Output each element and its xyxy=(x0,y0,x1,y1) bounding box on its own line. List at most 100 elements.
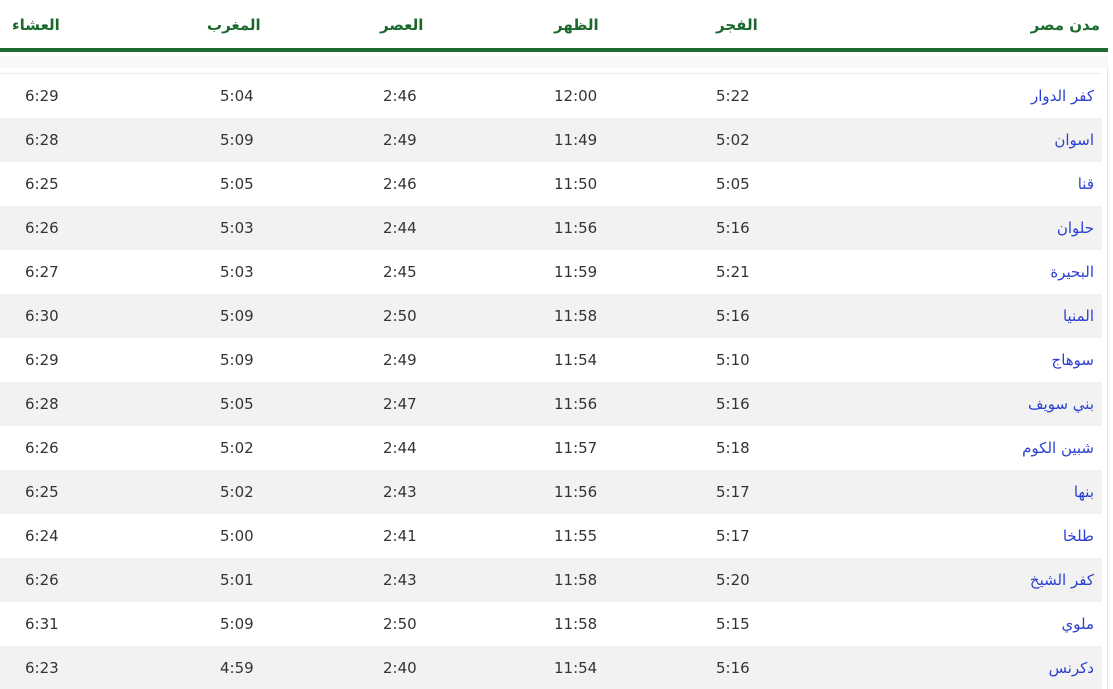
isha-time: 6:26 xyxy=(25,439,59,457)
maghrib-time: 5:09 xyxy=(220,351,254,369)
isha-time: 6:25 xyxy=(25,175,59,193)
isha-time: 6:24 xyxy=(25,527,59,545)
table-row: حلوان 5:16 11:56 2:44 5:03 6:26 xyxy=(0,206,1102,250)
table-row: طلخا 5:17 11:55 2:41 5:00 6:24 xyxy=(0,514,1102,558)
maghrib-time: 5:05 xyxy=(220,395,254,413)
dhuhr-time: 11:50 xyxy=(554,175,598,193)
asr-time: 2:44 xyxy=(383,439,417,457)
header-spacer xyxy=(0,56,1108,68)
table-row: المنيا 5:16 11:58 2:50 5:09 6:30 xyxy=(0,294,1102,338)
asr-time: 2:43 xyxy=(383,571,417,589)
asr-time: 2:43 xyxy=(383,483,417,501)
asr-time: 2:46 xyxy=(383,175,417,193)
maghrib-time: 5:03 xyxy=(220,219,254,237)
header-maghrib: المغرب xyxy=(207,16,261,34)
maghrib-time: 5:09 xyxy=(220,131,254,149)
table-row: البحيرة 5:21 11:59 2:45 5:03 6:27 xyxy=(0,250,1102,294)
fajr-time: 5:16 xyxy=(716,395,750,413)
isha-time: 6:27 xyxy=(25,263,59,281)
maghrib-time: 5:04 xyxy=(220,87,254,105)
header-city: مدن مصر xyxy=(1030,16,1100,34)
isha-time: 6:30 xyxy=(25,307,59,325)
city-link[interactable]: قنا xyxy=(1078,175,1094,193)
table-row: بنها 5:17 11:56 2:43 5:02 6:25 xyxy=(0,470,1102,514)
isha-time: 6:26 xyxy=(25,219,59,237)
asr-time: 2:49 xyxy=(383,351,417,369)
dhuhr-time: 11:56 xyxy=(554,395,598,413)
table-row: شبين الكوم 5:18 11:57 2:44 5:02 6:26 xyxy=(0,426,1102,470)
maghrib-time: 5:02 xyxy=(220,439,254,457)
fajr-time: 5:02 xyxy=(716,131,750,149)
city-link[interactable]: اسوان xyxy=(1054,131,1094,149)
asr-time: 2:50 xyxy=(383,615,417,633)
dhuhr-time: 12:00 xyxy=(554,87,598,105)
city-link[interactable]: ملوي xyxy=(1062,615,1095,633)
table-row: كفر الشيخ 5:20 11:58 2:43 5:01 6:26 xyxy=(0,558,1102,602)
asr-time: 2:40 xyxy=(383,659,417,677)
isha-time: 6:28 xyxy=(25,395,59,413)
asr-time: 2:47 xyxy=(383,395,417,413)
table-row: سوهاج 5:10 11:54 2:49 5:09 6:29 xyxy=(0,338,1102,382)
fajr-time: 5:16 xyxy=(716,659,750,677)
header-isha: العشاء xyxy=(12,16,60,34)
dhuhr-time: 11:56 xyxy=(554,219,598,237)
dhuhr-time: 11:55 xyxy=(554,527,598,545)
fajr-time: 5:16 xyxy=(716,219,750,237)
maghrib-time: 5:02 xyxy=(220,483,254,501)
header-fajr: الفجر xyxy=(716,16,758,34)
maghrib-time: 5:09 xyxy=(220,615,254,633)
dhuhr-time: 11:54 xyxy=(554,351,598,369)
city-link[interactable]: البحيرة xyxy=(1050,263,1094,281)
fajr-time: 5:05 xyxy=(716,175,750,193)
city-link[interactable]: سوهاج xyxy=(1052,351,1094,369)
table-row: بني سويف 5:16 11:56 2:47 5:05 6:28 xyxy=(0,382,1102,426)
isha-time: 6:26 xyxy=(25,571,59,589)
maghrib-time: 5:03 xyxy=(220,263,254,281)
dhuhr-time: 11:58 xyxy=(554,307,598,325)
header-asr: العصر xyxy=(380,16,424,34)
city-link[interactable]: بنها xyxy=(1074,483,1094,501)
table-body: كفر الدوار 5:22 12:00 2:46 5:04 6:29 اسو… xyxy=(0,73,1102,689)
fajr-time: 5:22 xyxy=(716,87,750,105)
asr-time: 2:50 xyxy=(383,307,417,325)
city-link[interactable]: كفر الدوار xyxy=(1031,87,1094,105)
dhuhr-time: 11:59 xyxy=(554,263,598,281)
dhuhr-time: 11:57 xyxy=(554,439,598,457)
city-link[interactable]: حلوان xyxy=(1057,219,1094,237)
city-link[interactable]: كفر الشيخ xyxy=(1030,571,1094,589)
city-link[interactable]: المنيا xyxy=(1063,307,1094,325)
fajr-time: 5:17 xyxy=(716,483,750,501)
isha-time: 6:31 xyxy=(25,615,59,633)
fajr-time: 5:18 xyxy=(716,439,750,457)
table-row: ملوي 5:15 11:58 2:50 5:09 6:31 xyxy=(0,602,1102,646)
isha-time: 6:25 xyxy=(25,483,59,501)
dhuhr-time: 11:56 xyxy=(554,483,598,501)
isha-time: 6:28 xyxy=(25,131,59,149)
asr-time: 2:44 xyxy=(383,219,417,237)
city-link[interactable]: طلخا xyxy=(1063,527,1094,545)
maghrib-time: 5:09 xyxy=(220,307,254,325)
header-dhuhr: الظهر xyxy=(554,16,599,34)
asr-time: 2:41 xyxy=(383,527,417,545)
fajr-time: 5:16 xyxy=(716,307,750,325)
maghrib-time: 5:05 xyxy=(220,175,254,193)
table-row: قنا 5:05 11:50 2:46 5:05 6:25 xyxy=(0,162,1102,206)
table-row: اسوان 5:02 11:49 2:49 5:09 6:28 xyxy=(0,118,1102,162)
asr-time: 2:45 xyxy=(383,263,417,281)
city-link[interactable]: دكرنس xyxy=(1049,659,1094,677)
maghrib-time: 5:01 xyxy=(220,571,254,589)
dhuhr-time: 11:58 xyxy=(554,571,598,589)
fajr-time: 5:17 xyxy=(716,527,750,545)
dhuhr-time: 11:49 xyxy=(554,131,598,149)
city-link[interactable]: شبين الكوم xyxy=(1022,439,1094,457)
dhuhr-time: 11:58 xyxy=(554,615,598,633)
city-link[interactable]: بني سويف xyxy=(1028,395,1094,413)
table-row: كفر الدوار 5:22 12:00 2:46 5:04 6:29 xyxy=(0,74,1102,118)
fajr-time: 5:21 xyxy=(716,263,750,281)
asr-time: 2:49 xyxy=(383,131,417,149)
table-header: مدن مصر الفجر الظهر العصر المغرب العشاء xyxy=(0,0,1108,52)
scroll-edge xyxy=(1107,68,1108,689)
fajr-time: 5:15 xyxy=(716,615,750,633)
dhuhr-time: 11:54 xyxy=(554,659,598,677)
isha-time: 6:29 xyxy=(25,87,59,105)
